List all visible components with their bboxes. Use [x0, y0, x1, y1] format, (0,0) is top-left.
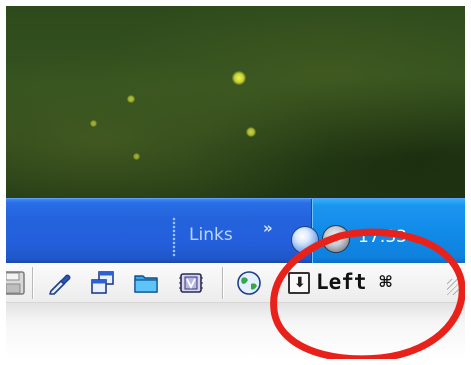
desktop-wallpaper: [6, 6, 465, 198]
tray-clock[interactable]: 17:33: [358, 227, 407, 247]
globe-icon[interactable]: [236, 270, 262, 296]
links-toolbar-label[interactable]: Links: [189, 225, 233, 245]
toolbar-separator: [222, 267, 224, 299]
left-key-label: Left ⌘: [316, 270, 392, 294]
folder-icon[interactable]: [133, 270, 159, 296]
windows-taskbar: Links » 17:33: [6, 198, 465, 264]
eyedropper-icon[interactable]: [46, 270, 72, 296]
left-key-button[interactable]: ⬇ Left ⌘: [284, 267, 410, 299]
resize-grip[interactable]: [447, 279, 463, 295]
disk-icon[interactable]: [6, 270, 26, 296]
window-shadow-area: [6, 303, 465, 359]
wallpaper-firefly: [232, 71, 246, 85]
windows-icon[interactable]: [90, 270, 116, 296]
toolbar-separator: [32, 267, 34, 299]
arrow-down-glyph: ⬇: [294, 275, 306, 291]
chip-icon[interactable]: [178, 270, 204, 296]
wallpaper-firefly: [90, 120, 97, 127]
wallpaper-firefly: [246, 127, 256, 137]
screenshot-crop: Links » 17:33 ⬇ Left ⌘: [6, 6, 465, 359]
volume-speaker-icon[interactable]: [322, 225, 350, 253]
network-globe-icon[interactable]: [291, 226, 319, 254]
wallpaper-firefly: [127, 95, 135, 103]
links-chevron-icon[interactable]: »: [263, 219, 273, 237]
app-toolbar: ⬇ Left ⌘: [6, 263, 465, 303]
links-toolbar-grip[interactable]: [172, 217, 176, 257]
arrow-down-box-icon: ⬇: [288, 272, 310, 294]
wallpaper-firefly: [133, 153, 140, 160]
